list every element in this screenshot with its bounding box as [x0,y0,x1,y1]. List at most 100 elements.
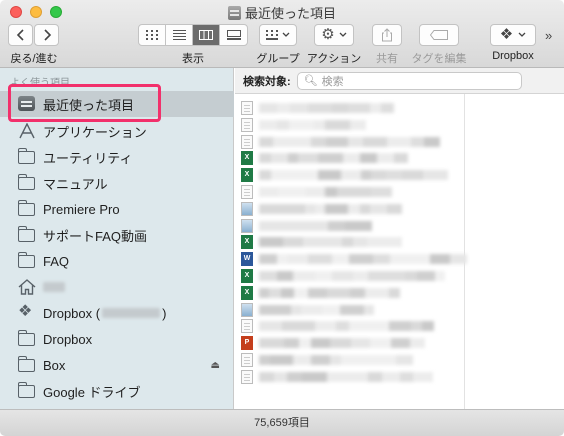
file-row[interactable] [241,201,461,217]
sidebar-item-label: Box [43,357,66,373]
file-row[interactable] [241,117,461,133]
excel-file-icon: X [241,269,253,283]
file-row[interactable] [241,100,461,116]
tag-icon [430,30,448,40]
group-label: グループ [256,53,300,65]
powerpoint-file-icon: P [241,336,253,351]
toolbar: 最近使った項目 戻る/進む 表示 グループ ⚙ アクション 共有 タグを編集 ❖… [0,0,564,68]
document-file-icon [241,101,253,115]
sidebar-item-label: Premiere Pro [43,201,120,217]
gallery-view-button[interactable] [220,25,247,45]
document-file-icon [241,134,253,149]
file-row[interactable]: X [241,150,461,166]
list-view-button[interactable] [166,25,193,45]
sidebar-item-dropbox[interactable]: Dropbox [0,326,234,352]
document-file-icon [241,369,253,384]
redacted-file-name [259,187,392,197]
file-row[interactable]: P [241,335,461,351]
search-scope-label: 検索対象: [243,75,291,88]
file-row[interactable] [241,134,461,150]
view-mode-control [138,24,248,46]
sidebar-item-google-drive[interactable]: Google ドライブ [0,378,234,404]
share-button[interactable] [372,24,402,46]
share-label: 共有 [376,53,398,65]
dropbox-icon: ❖ [18,303,33,320]
folder-icon [18,382,36,399]
document-file-icon [241,319,253,334]
list-lines-icon [172,30,186,40]
status-bar: 75,659項目 [0,409,564,436]
redacted-file-name [259,220,372,231]
icon-view-button[interactable] [139,25,166,45]
group-button[interactable] [259,24,297,46]
redacted-file-name [259,355,413,365]
sidebar-item-premiere-pro[interactable]: Premiere Pro [0,196,234,222]
redacted-file-name [259,371,433,382]
redacted-file-name [259,254,467,265]
home-icon [18,279,36,295]
redacted-file-name [259,203,402,214]
file-row[interactable]: X [241,268,461,284]
file-row[interactable] [241,352,461,368]
sidebar-item-label: ユーティリティ [43,150,133,166]
sidebar-item-utilities[interactable]: ユーティリティ [0,144,234,170]
sidebar-item-dropbox-account[interactable]: ❖ Dropbox ( ) [0,300,234,326]
redacted-file-name [259,338,425,349]
column-view-button[interactable] [193,25,220,45]
gallery-icon [226,30,241,40]
column-divider[interactable] [464,94,465,409]
chevron-down-icon [518,32,526,37]
sidebar-item-support-faq-video[interactable]: サポートFAQ動画 [0,222,234,248]
search-icon: 🔍︎ [303,75,318,87]
file-row[interactable] [241,184,461,200]
gear-icon: ⚙ [321,26,335,43]
redacted-account [102,308,161,318]
file-row[interactable] [241,302,461,318]
document-file-icon [241,353,253,367]
finder-window: 最近使った項目 戻る/進む 表示 グループ ⚙ アクション 共有 タグを編集 ❖… [0,0,564,436]
view-label: 表示 [182,53,204,65]
edit-tags-label: タグを編集 [411,53,467,65]
sidebar-item-label: サポートFAQ動画 [43,228,148,244]
file-row[interactable] [241,218,461,234]
recents-icon [227,6,241,20]
file-row[interactable]: X [241,234,461,250]
sidebar-item-faq[interactable]: FAQ [0,248,234,274]
file-row[interactable]: X [241,167,461,183]
file-row[interactable]: X [241,285,461,301]
image-file-icon [241,201,253,216]
search-input[interactable]: 🔍︎ 検索 [296,71,522,90]
forward-button[interactable] [34,24,59,46]
dropbox-button[interactable]: ❖ [490,24,536,46]
dropbox-label: Dropbox [492,50,534,62]
applications-icon [18,122,36,139]
redacted-file-name [259,103,394,113]
eject-icon[interactable]: ⏏ [211,360,220,371]
image-file-icon [241,302,253,317]
columns-icon [199,30,213,40]
edit-tags-button[interactable] [419,24,459,46]
excel-file-icon: X [241,235,253,250]
sidebar-item-label: Google ドライブ [43,384,141,400]
window-title-wrap: 最近使った項目 [0,3,564,22]
dropbox-icon: ❖ [499,26,514,43]
action-label: アクション [306,53,362,65]
sidebar-item-home[interactable] [0,274,234,300]
sidebar-item-manual[interactable]: マニュアル [0,170,234,196]
redacted-file-name [259,321,434,332]
redacted-file-name [259,170,448,181]
back-button[interactable] [8,24,33,46]
redacted-file-name [259,153,408,164]
file-row[interactable] [241,318,461,334]
sidebar-item-box[interactable]: Box ⏏ [0,352,234,378]
folder-icon [18,174,36,191]
file-row[interactable] [241,369,461,385]
sidebar-item-label: Dropbox ( [43,305,101,321]
folder-icon [18,330,36,347]
toolbar-overflow-icon[interactable]: » [545,28,552,43]
redacted-file-name [259,237,402,248]
redacted-file-name [259,136,440,147]
action-button[interactable]: ⚙ [314,24,354,46]
chevron-left-icon [16,29,24,41]
file-row[interactable]: W [241,251,467,267]
